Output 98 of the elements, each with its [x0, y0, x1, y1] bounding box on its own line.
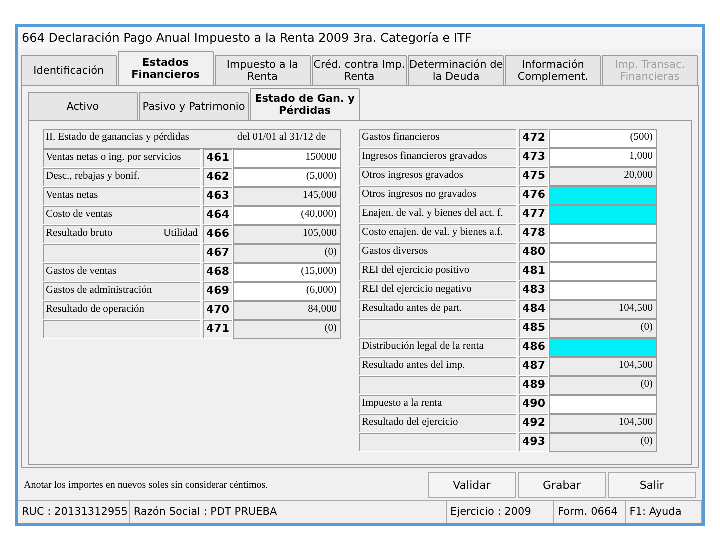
row-label-text: Impuesto a la renta	[362, 397, 444, 411]
row-label-text: Otros ingresos gravados	[362, 169, 464, 183]
amount-field: (0)	[233, 244, 341, 263]
row-code: 462	[203, 168, 233, 187]
row-label-text: Resultado de operación	[46, 303, 146, 317]
row-code: 489	[519, 376, 549, 395]
row-label-text: Resultado bruto	[46, 227, 114, 241]
row-label-text: Distribución legal de la renta	[362, 340, 485, 354]
row-code: 483	[519, 281, 549, 300]
amount-field: 104,500	[549, 300, 657, 319]
row-code: 467	[203, 244, 233, 263]
action-button[interactable]: Salir	[608, 472, 696, 498]
row-label-text: Resultado antes de part.	[362, 302, 464, 316]
amount-field[interactable]: (6,000)	[233, 282, 341, 301]
amount-field[interactable]: (500)	[549, 129, 657, 148]
status-text: Razón Social : PDT PRUEBA	[130, 501, 447, 523]
status-text: F1: Ayuda	[626, 501, 702, 523]
row-label-text: REI del ejercicio positivo	[362, 264, 471, 278]
row-label-text: Gastos diversos	[362, 245, 430, 259]
row-label-text: Resultado del ejercicio	[362, 416, 460, 430]
amount-field: (0)	[549, 433, 657, 452]
amount-field: (0)	[233, 320, 341, 339]
amount-field[interactable]	[549, 338, 657, 357]
row-label-text: Costo de ventas	[46, 208, 114, 222]
row-code: 480	[519, 243, 549, 262]
row-label-text: Ventas netas	[46, 189, 100, 203]
row-code: 466	[203, 225, 233, 244]
row-label-text: Costo enajen. de val. y bienes a.f.	[362, 226, 504, 240]
amount-field[interactable]: 1,000	[549, 148, 657, 167]
row-code: 469	[203, 282, 233, 301]
amount-field[interactable]: (40,000)	[233, 206, 341, 225]
window-title: 664 Declaración Pago Anual Impuesto a la Renta 2009 3ra. Categoría e ITF	[18, 27, 702, 49]
action-button[interactable]: Validar	[428, 472, 516, 498]
tab[interactable]: Impuesto a la Renta	[214, 55, 311, 85]
amount-field: 104,500	[549, 414, 657, 433]
row-code: 473	[519, 148, 549, 167]
row-code: 477	[519, 205, 549, 224]
row-label-text: Desc., rebajas y bonif.	[46, 170, 141, 184]
period-label: del 01/01 al 31/12 de	[237, 131, 327, 145]
row-code: 463	[203, 187, 233, 206]
row-label-text: Resultado antes del imp.	[362, 359, 466, 373]
amount-field[interactable]	[549, 186, 657, 205]
row-code: 461	[203, 149, 233, 168]
status-text: Form. 0664	[554, 501, 626, 523]
amount-field[interactable]	[549, 243, 657, 262]
row-code: 481	[519, 262, 549, 281]
tab[interactable]: Determinación de la Deuda	[408, 55, 504, 85]
row-code: 472	[519, 129, 549, 148]
row-label-text: Gastos de ventas	[46, 265, 118, 279]
row-label-text: Otros ingresos no gravados	[362, 188, 478, 202]
amount-field: (0)	[549, 319, 657, 338]
row-code: 487	[519, 357, 549, 376]
status-text: Ejercicio : 2009	[446, 501, 554, 523]
amount-field: 105,000	[233, 225, 341, 244]
action-button[interactable]: Grabar	[518, 472, 606, 498]
row-code: 476	[519, 186, 549, 205]
amount-field: 20,000	[549, 167, 657, 186]
row-code: 490	[519, 395, 549, 414]
note-text: Anotar los importes en nuevos soles sin considerar céntimos.	[24, 480, 270, 490]
amount-field[interactable]: (15,000)	[233, 263, 341, 282]
row-note: Utilidad	[164, 227, 199, 241]
amount-field[interactable]: 150000	[233, 149, 341, 168]
tab[interactable]: Información Complement.	[505, 55, 602, 85]
tab[interactable]: Activo	[28, 92, 138, 120]
row-code: 468	[203, 263, 233, 282]
tab[interactable]: Pasivo y Patrimonio	[139, 92, 249, 120]
amount-field[interactable]	[549, 205, 657, 224]
row-label-text: Enajen. de val. y bienes del act. f.	[362, 207, 504, 221]
row-label-text: Gastos de administración	[46, 284, 154, 298]
amount-field[interactable]	[549, 281, 657, 300]
amount-field: 84,000	[233, 301, 341, 320]
tab[interactable]: Créd. contra Imp. Renta	[312, 55, 408, 85]
tab[interactable]: Identificación	[21, 55, 117, 85]
amount-field[interactable]	[549, 395, 657, 414]
tab[interactable]: Estados Financieros	[118, 51, 214, 85]
section-title: II. Estado de ganancias y pérdidas	[46, 131, 190, 145]
row-code: 475	[519, 167, 549, 186]
amount-field[interactable]	[549, 224, 657, 243]
row-code: 492	[519, 414, 549, 433]
row-label-text: Ingresos financieros gravados	[362, 150, 488, 164]
amount-field: 104,500	[549, 357, 657, 376]
row-label-text: Gastos financieros	[362, 131, 441, 145]
row-label-text: Ventas netas o ing. por servicios	[46, 151, 182, 165]
row-code: 464	[203, 206, 233, 225]
row-label-text: REI del ejercicio negativo	[362, 283, 473, 297]
amount-field: (0)	[549, 376, 657, 395]
row-code: 486	[519, 338, 549, 357]
row-code: 485	[519, 319, 549, 338]
row-code: 493	[519, 433, 549, 452]
row-code: 478	[519, 224, 549, 243]
tab[interactable]: Estado de Gan. y Pérdidas	[250, 88, 360, 120]
row-code: 470	[203, 301, 233, 320]
amount-field: 145,000	[233, 187, 341, 206]
status-text: RUC : 20131312955	[18, 501, 130, 523]
row-code: 471	[203, 320, 233, 339]
amount-field[interactable]: (5,000)	[233, 168, 341, 187]
amount-field[interactable]	[549, 262, 657, 281]
row-code: 484	[519, 300, 549, 319]
